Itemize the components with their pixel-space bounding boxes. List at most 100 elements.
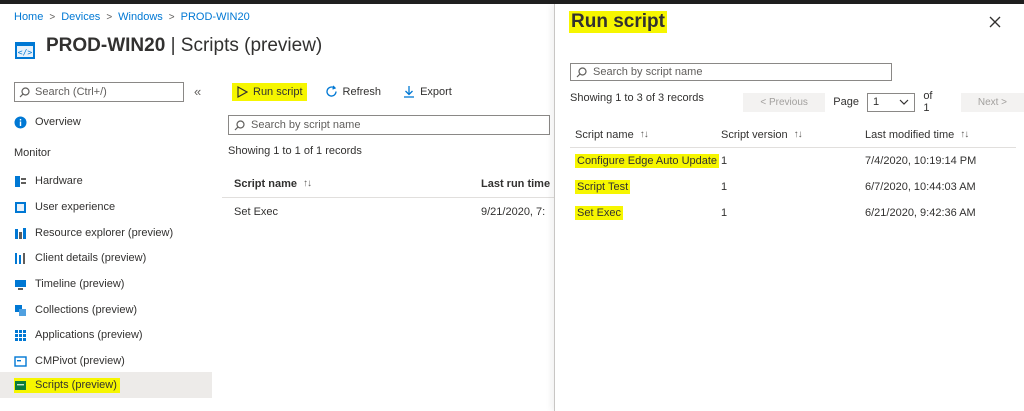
page-select-value: 1 bbox=[872, 96, 880, 108]
sidebar-item-label: Hardware bbox=[35, 175, 83, 187]
table-row[interactable]: Script Test 1 6/7/2020, 10:44:03 AM bbox=[570, 174, 1016, 200]
nav-section-monitor: Monitor bbox=[14, 147, 51, 159]
table-header: Script name ↑↓ Script version ↑↓ Last mo… bbox=[570, 122, 1016, 148]
sidebar-item-label: Scripts (preview) bbox=[35, 379, 117, 391]
scripts-highlight: Scripts (preview) bbox=[14, 377, 120, 393]
column-header-script-name[interactable]: Script name ↑↓ bbox=[222, 178, 481, 190]
sidebar-item-label: Client details (preview) bbox=[35, 252, 147, 264]
chevron-right-icon: > bbox=[106, 11, 113, 23]
page-title: PROD-WIN20 | Scripts (preview) bbox=[46, 35, 322, 57]
sidebar-item-collections[interactable]: Collections (preview) bbox=[14, 299, 137, 321]
timeline-icon bbox=[15, 279, 26, 290]
refresh-icon bbox=[325, 85, 337, 97]
search-icon bbox=[234, 119, 245, 130]
info-icon bbox=[14, 116, 27, 128]
sidebar-item-label: User experience bbox=[35, 201, 116, 213]
page-select[interactable]: 1 bbox=[866, 92, 916, 112]
chevron-right-icon: > bbox=[168, 11, 175, 23]
cell-last-modified: 7/4/2020, 10:19:14 PM bbox=[865, 155, 977, 167]
next-page-button[interactable]: Next > bbox=[960, 92, 1024, 112]
breadcrumb-home[interactable]: Home bbox=[14, 11, 43, 23]
sidebar-item-timeline[interactable]: Timeline (preview) bbox=[14, 273, 124, 295]
export-label: Export bbox=[420, 85, 452, 98]
sidebar-item-label: Collections (preview) bbox=[35, 304, 138, 316]
column-label: Script version bbox=[721, 128, 788, 141]
applications-icon bbox=[15, 329, 26, 341]
column-label: Script name bbox=[575, 128, 634, 141]
toolbar: Run script Refresh Export bbox=[232, 82, 456, 101]
sidebar-item-cmpivot[interactable]: CMPivot (preview) bbox=[14, 350, 125, 372]
sidebar-item-client-details[interactable]: Client details (preview) bbox=[14, 247, 146, 269]
panel-title: Run script bbox=[569, 11, 667, 33]
client-details-icon bbox=[15, 252, 25, 264]
sidebar-item-user-experience[interactable]: User experience bbox=[14, 196, 115, 218]
refresh-label: Refresh bbox=[342, 85, 382, 98]
chevron-right-icon: > bbox=[49, 11, 56, 23]
cmpivot-icon bbox=[14, 355, 27, 367]
panel-record-count: Showing 1 to 3 of 3 records bbox=[570, 92, 704, 104]
collections-icon bbox=[15, 304, 26, 316]
panel-scripts-table: Script name ↑↓ Script version ↑↓ Last mo… bbox=[570, 122, 1016, 226]
cell-script-name[interactable]: Script Test bbox=[575, 180, 631, 194]
cell-script-name[interactable]: Set Exec bbox=[575, 206, 624, 220]
refresh-button[interactable]: Refresh bbox=[321, 82, 386, 101]
cell-script-name[interactable]: Configure Edge Auto Update bbox=[575, 154, 720, 168]
sort-icon: ↑↓ bbox=[793, 129, 803, 140]
cell-script-version: 1 bbox=[721, 207, 728, 219]
run-script-button[interactable]: Run script bbox=[232, 82, 307, 101]
column-header-last-modified[interactable]: Last modified time ↑↓ bbox=[865, 129, 1016, 141]
resource-explorer-icon bbox=[15, 227, 26, 239]
script-icon: </> bbox=[15, 42, 35, 59]
table-row[interactable]: Set Exec 1 6/21/2020, 9:42:36 AM bbox=[570, 200, 1016, 226]
cell-script-name: Set Exec bbox=[234, 206, 279, 218]
close-icon[interactable] bbox=[987, 14, 1003, 30]
sidebar-item-scripts[interactable]: Scripts (preview) bbox=[14, 374, 120, 396]
sidebar-item-applications[interactable]: Applications (preview) bbox=[14, 324, 143, 346]
run-script-panel: Run script Search by script name Showing… bbox=[554, 4, 1024, 411]
breadcrumb: Home > Devices > Windows > PROD-WIN20 bbox=[14, 11, 250, 23]
cell-last-modified: 6/21/2020, 9:42:36 AM bbox=[865, 207, 976, 219]
sidebar-item-label: CMPivot (preview) bbox=[35, 355, 125, 367]
search-icon bbox=[19, 86, 30, 97]
cell-script-version: 1 bbox=[721, 155, 728, 167]
device-name: PROD-WIN20 bbox=[46, 35, 166, 56]
search-icon bbox=[576, 66, 587, 77]
table-row[interactable]: Set Exec 9/21/2020, 7: bbox=[222, 198, 554, 226]
main-scripts-table: Script name ↑↓ Last run time Set Exec 9/… bbox=[222, 170, 554, 226]
panel-search-input[interactable]: Search by script name bbox=[570, 63, 892, 81]
run-script-label: Run script bbox=[253, 85, 303, 98]
sidebar-item-label: Applications (preview) bbox=[35, 329, 143, 341]
column-label: Script name bbox=[234, 177, 297, 190]
table-header: Script name ↑↓ Last run time bbox=[222, 170, 554, 198]
previous-page-button[interactable]: < Previous bbox=[743, 92, 826, 112]
breadcrumb-windows[interactable]: Windows bbox=[118, 11, 163, 23]
breadcrumb-device[interactable]: PROD-WIN20 bbox=[181, 11, 250, 23]
sidebar-item-label: Timeline (preview) bbox=[35, 278, 125, 290]
sidebar-item-hardware[interactable]: Hardware bbox=[14, 170, 83, 192]
sort-icon: ↑↓ bbox=[302, 178, 312, 189]
sidebar-item-resource-explorer[interactable]: Resource explorer (preview) bbox=[14, 222, 173, 244]
column-header-script-name[interactable]: Script name ↑↓ bbox=[570, 129, 721, 141]
main-search-input[interactable]: Search by script name bbox=[228, 115, 550, 135]
column-header-script-version[interactable]: Script version ↑↓ bbox=[721, 129, 865, 141]
sidebar-item-overview[interactable]: Overview bbox=[14, 111, 81, 133]
page-subtitle: | Scripts (preview) bbox=[170, 35, 323, 56]
sort-icon: ↑↓ bbox=[960, 129, 969, 140]
table-row[interactable]: Configure Edge Auto Update 1 7/4/2020, 1… bbox=[570, 148, 1016, 174]
export-button[interactable]: Export bbox=[399, 82, 456, 101]
svg-text:</>: </> bbox=[18, 48, 33, 57]
main-search-placeholder: Search by script name bbox=[251, 119, 361, 131]
column-header-last-run[interactable]: Last run time bbox=[481, 178, 554, 190]
column-label: Last modified time bbox=[865, 128, 955, 141]
nav-search-placeholder: Search (Ctrl+/) bbox=[35, 86, 107, 98]
cell-last-modified: 6/7/2020, 10:44:03 AM bbox=[865, 181, 976, 193]
hardware-icon bbox=[15, 175, 26, 187]
page-label: Page bbox=[833, 96, 859, 108]
sidebar-item-label: Overview bbox=[35, 116, 81, 128]
cell-script-version: 1 bbox=[721, 181, 728, 193]
nav-search-input[interactable]: Search (Ctrl+/) bbox=[14, 82, 184, 102]
collapse-nav-button[interactable]: « bbox=[194, 84, 201, 99]
sort-icon: ↑↓ bbox=[639, 129, 649, 140]
breadcrumb-devices[interactable]: Devices bbox=[61, 11, 100, 23]
script-icon bbox=[15, 380, 26, 390]
